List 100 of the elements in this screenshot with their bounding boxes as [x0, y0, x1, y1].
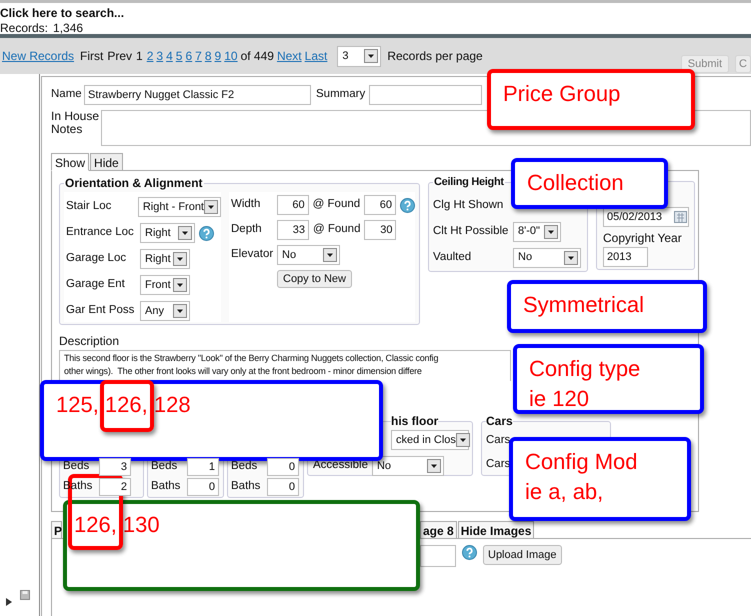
caret-icon: [323, 248, 337, 262]
input-field[interactable]: 60: [276, 195, 309, 215]
page-link[interactable]: 8: [204, 47, 212, 65]
description-line: other wings). The other front looks will vary only at the front bedroom - minor dimension differe: [64, 365, 422, 378]
dropdown[interactable]: cked in Clos: [391, 430, 469, 450]
caret-icon: [173, 252, 187, 266]
input-field[interactable]: 30: [364, 220, 396, 240]
input-field[interactable]: 33: [277, 220, 309, 240]
page-link[interactable]: Next: [276, 47, 302, 65]
save-icon[interactable]: [20, 590, 30, 600]
field-label: Beds: [151, 459, 178, 474]
description-line: This second floor is the Strawberry "Look" of the Berry Charming Nuggets collection, Classic config: [64, 352, 438, 365]
tab[interactable]: Hide: [90, 153, 123, 171]
page-link[interactable]: 4: [166, 47, 173, 65]
upload-button[interactable]: Upload Image: [483, 545, 562, 565]
calendar-icon[interactable]: [674, 211, 687, 223]
pager-text: of 449: [240, 48, 274, 65]
field-label: Gar Ent Poss: [66, 303, 136, 318]
dropdown[interactable]: No: [372, 456, 444, 476]
search-link[interactable]: Click here to search...: [0, 6, 751, 21]
pager-text: First: [80, 48, 104, 65]
field-label: Beds: [63, 459, 90, 474]
input-field[interactable]: 1: [187, 458, 219, 476]
page-link[interactable]: Last: [304, 47, 328, 65]
field-label: Cars: [486, 457, 510, 472]
dropdown[interactable]: Right: [140, 249, 190, 269]
caret-icon: [456, 433, 470, 447]
page-link[interactable]: New Records: [2, 47, 74, 65]
dropdown[interactable]: Right: [140, 223, 195, 243]
group-title: Ceiling Height: [433, 175, 505, 190]
tab[interactable]: P: [51, 521, 62, 539]
caret-icon: [364, 49, 378, 63]
caret-icon: [178, 226, 192, 240]
page-link[interactable]: 6: [185, 47, 192, 65]
tab[interactable]: Show: [51, 153, 90, 171]
callout-text: Symmetrical: [523, 291, 644, 319]
input-field[interactable]: 0: [267, 458, 299, 476]
records-count: 1,346: [53, 21, 84, 35]
field-label: Description: [59, 333, 120, 350]
field-label: Baths: [231, 479, 262, 494]
input-field[interactable]: [369, 85, 482, 105]
dropdown[interactable]: Right - Front: [138, 197, 221, 217]
field-label: Width: [231, 197, 262, 212]
caret-icon: [173, 304, 187, 318]
tab[interactable]: Hide Images: [458, 521, 534, 539]
help-icon[interactable]: [199, 226, 214, 240]
expand-icon[interactable]: [6, 598, 12, 606]
records-label: Records:: [0, 21, 48, 35]
field-label: @ Found: [313, 222, 360, 238]
pager-text: Records per page: [387, 48, 483, 65]
page-link[interactable]: 10: [224, 47, 238, 65]
caret-icon: [544, 224, 558, 238]
field-label: In House Notes: [51, 110, 100, 138]
input-field[interactable]: 0: [187, 478, 219, 496]
input-field[interactable]: 60: [364, 195, 396, 215]
dropdown[interactable]: 8'-0": [513, 222, 561, 242]
callout-text: Collection: [527, 169, 624, 197]
input-field[interactable]: 3: [99, 458, 131, 476]
group-title: Cars: [486, 413, 513, 430]
caret-icon: [564, 250, 578, 264]
input-field[interactable]: 2: [99, 478, 131, 496]
field-label: Cars: [486, 433, 510, 448]
page-link[interactable]: 5: [176, 47, 182, 65]
copy-button[interactable]: Copy to New: [277, 270, 352, 288]
field-label: Garage Loc: [66, 251, 128, 266]
date-field[interactable]: 05/02/2013: [603, 207, 689, 227]
input-field[interactable]: 0: [267, 478, 299, 496]
field-label: Clg Ht Shown: [433, 198, 504, 213]
dropdown[interactable]: No: [513, 248, 581, 268]
current-page: 1: [136, 48, 143, 65]
help-icon[interactable]: [400, 198, 416, 212]
tab[interactable]: age 8: [420, 521, 457, 539]
field-label: @ Found: [312, 197, 360, 212]
dropdown[interactable]: Any: [140, 301, 190, 321]
dropdown[interactable]: Front: [140, 275, 190, 295]
input-field[interactable]: Strawberry Nugget Classic F2: [84, 85, 311, 105]
field-label: Accessible: [313, 458, 368, 474]
callout-text: Config Mod: [525, 448, 638, 476]
page-link[interactable]: 2: [146, 47, 154, 65]
page-link[interactable]: 9: [214, 47, 222, 65]
input-field[interactable]: [420, 545, 456, 567]
field-label: Entrance Loc: [66, 225, 135, 240]
input-field[interactable]: 2013: [603, 247, 648, 267]
pager-text: Prev: [107, 48, 132, 65]
callout-text: Config type: [529, 355, 640, 383]
field-label: Name: [51, 87, 83, 102]
help-icon[interactable]: [462, 545, 477, 560]
dropdown[interactable]: 3: [337, 46, 382, 66]
field-label: Baths: [151, 479, 182, 494]
group-title: Orientation & Alignment: [64, 175, 204, 192]
dropdown[interactable]: No: [277, 245, 340, 265]
description-field[interactable]: This second floor is the Strawberry "Look" of the Berry Charming Nuggets collection, Classic config other wings). The other front looks will vary only at the front bedroom - minor dimension differe: [59, 350, 511, 381]
page-link[interactable]: 7: [195, 47, 202, 65]
field-label: Clt Ht Possible: [433, 224, 510, 239]
field-label: Stair Loc: [66, 199, 112, 214]
field-label: Depth: [231, 222, 263, 238]
field-label: Garage Ent: [66, 277, 126, 292]
field-label: Vaulted: [433, 250, 472, 265]
callout-text: Price Group: [503, 80, 620, 108]
page-link[interactable]: 3: [156, 47, 164, 65]
